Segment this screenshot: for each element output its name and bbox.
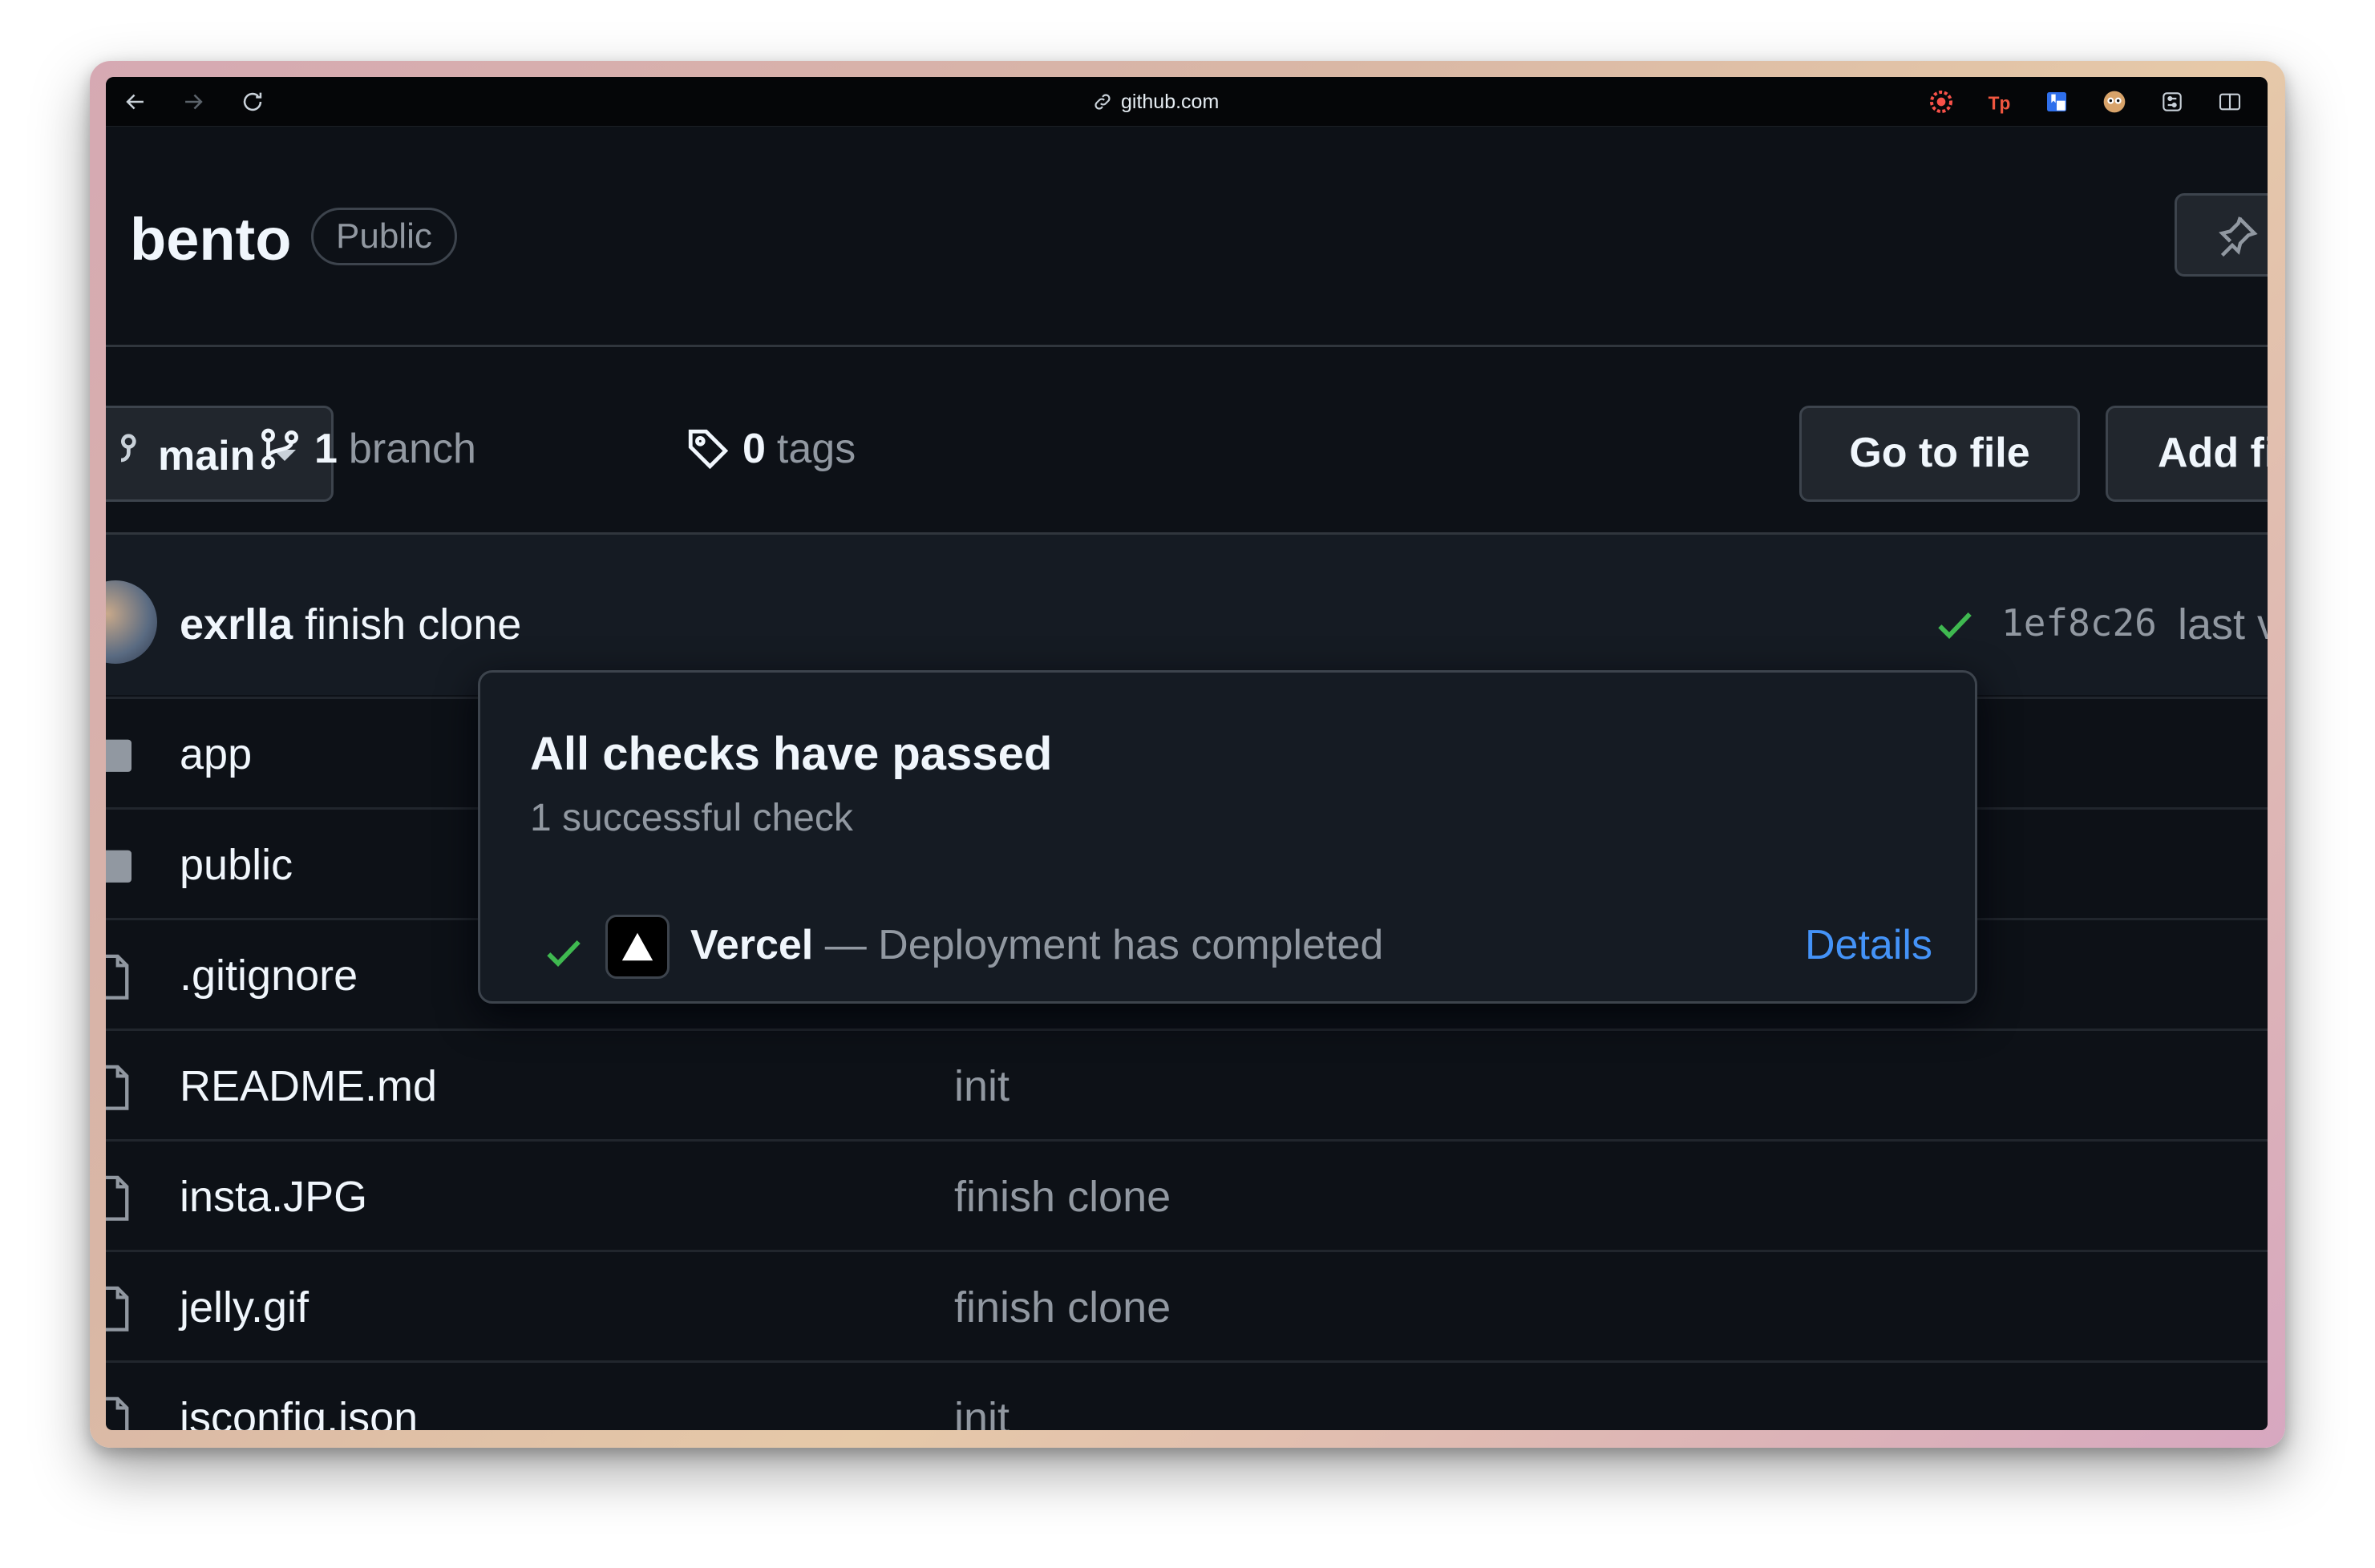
browser-toolbar: github.com Tp [106, 77, 2268, 127]
tag-count: 0 [742, 426, 766, 472]
link-icon [1094, 94, 1111, 110]
go-to-file-button[interactable]: Go to file [1799, 406, 2080, 502]
file-row[interactable]: README.md init [106, 1028, 2268, 1139]
popover-subtitle: 1 successful check [530, 797, 853, 839]
check-icon [547, 940, 581, 968]
header-divider [106, 345, 2268, 347]
commit-sha[interactable]: 1ef8c26 [2001, 601, 2157, 645]
window-frame: github.com Tp bento Public main 1 branch… [90, 61, 2285, 1448]
file-name[interactable]: jelly.gif [180, 1283, 309, 1332]
visibility-badge: Public [311, 208, 457, 265]
tag-icon [688, 429, 729, 470]
file-icon [106, 1396, 131, 1430]
forward-icon[interactable] [180, 88, 207, 115]
back-icon[interactable] [122, 88, 149, 115]
url-text: github.com [1121, 90, 1220, 113]
extension-face-icon[interactable] [2101, 88, 2128, 115]
file-row[interactable]: jelly.gif finish clone [106, 1250, 2268, 1360]
file-icon [106, 954, 131, 1000]
branch-label: branch [348, 426, 476, 472]
file-icon [106, 1286, 131, 1332]
vercel-logo-icon [605, 915, 670, 979]
pin-button[interactable] [2175, 193, 2268, 277]
extension-ring-icon[interactable] [1928, 88, 1955, 115]
file-icon [106, 1065, 131, 1110]
details-link[interactable]: Details [1805, 921, 1932, 969]
file-name[interactable]: jsconfig.json [180, 1393, 418, 1430]
file-name[interactable]: README.md [180, 1061, 437, 1111]
file-row[interactable]: insta.JPG finish clone [106, 1139, 2268, 1250]
git-branch-icon [261, 428, 298, 470]
tags-link[interactable]: 0 tags [685, 425, 856, 473]
checks-popover: All checks have passed 1 successful chec… [478, 670, 1977, 1004]
file-commit-message[interactable]: init [954, 1061, 1009, 1111]
reload-icon[interactable] [239, 88, 266, 115]
address-bar[interactable]: github.com [1092, 90, 1219, 114]
file-icon [106, 1175, 131, 1221]
branch-count: 1 [314, 426, 338, 472]
svg-text:Tp: Tp [1989, 92, 2011, 113]
browser-window: github.com Tp bento Public main 1 branch… [106, 77, 2268, 1430]
extension-bookmark-icon[interactable] [2043, 88, 2070, 115]
commit-time: last v [2178, 600, 2268, 649]
add-file-button[interactable]: Add fi [2106, 406, 2268, 502]
file-commit-message[interactable]: finish clone [954, 1283, 1171, 1332]
file-commit-message[interactable]: init [954, 1393, 1009, 1430]
commit-message[interactable]: finish clone [305, 600, 521, 649]
repo-name[interactable]: bento [130, 205, 291, 273]
pin-icon [2219, 216, 2258, 257]
check-status-icon[interactable] [1932, 603, 1977, 648]
popover-title: All checks have passed [530, 728, 1053, 780]
commit-author[interactable]: exrlla [180, 600, 293, 649]
file-name[interactable]: insta.JPG [180, 1172, 367, 1222]
extension-tp-icon[interactable]: Tp [1985, 88, 2013, 115]
file-name[interactable]: public [180, 840, 293, 890]
file-row[interactable]: jsconfig.json init [106, 1360, 2268, 1430]
branch-name: main [158, 433, 256, 479]
sidebar-toggle-icon[interactable] [2216, 88, 2244, 115]
check-description: — Deployment has completed [813, 922, 1384, 968]
folder-icon [106, 843, 131, 888]
check-name: Vercel [690, 922, 814, 968]
file-name[interactable]: app [180, 729, 252, 779]
file-commit-message[interactable]: finish clone [954, 1172, 1171, 1222]
commit-summary: exrlla finish clone [180, 600, 521, 649]
tag-label: tags [776, 426, 856, 472]
extensions-menu-icon[interactable] [2159, 88, 2186, 115]
file-name[interactable]: .gitignore [180, 951, 358, 1000]
folder-icon [106, 733, 131, 778]
branches-link[interactable]: 1 branch [257, 425, 476, 473]
check-row: Vercel — Deployment has completed [690, 921, 1383, 969]
branch-icon [120, 434, 136, 463]
